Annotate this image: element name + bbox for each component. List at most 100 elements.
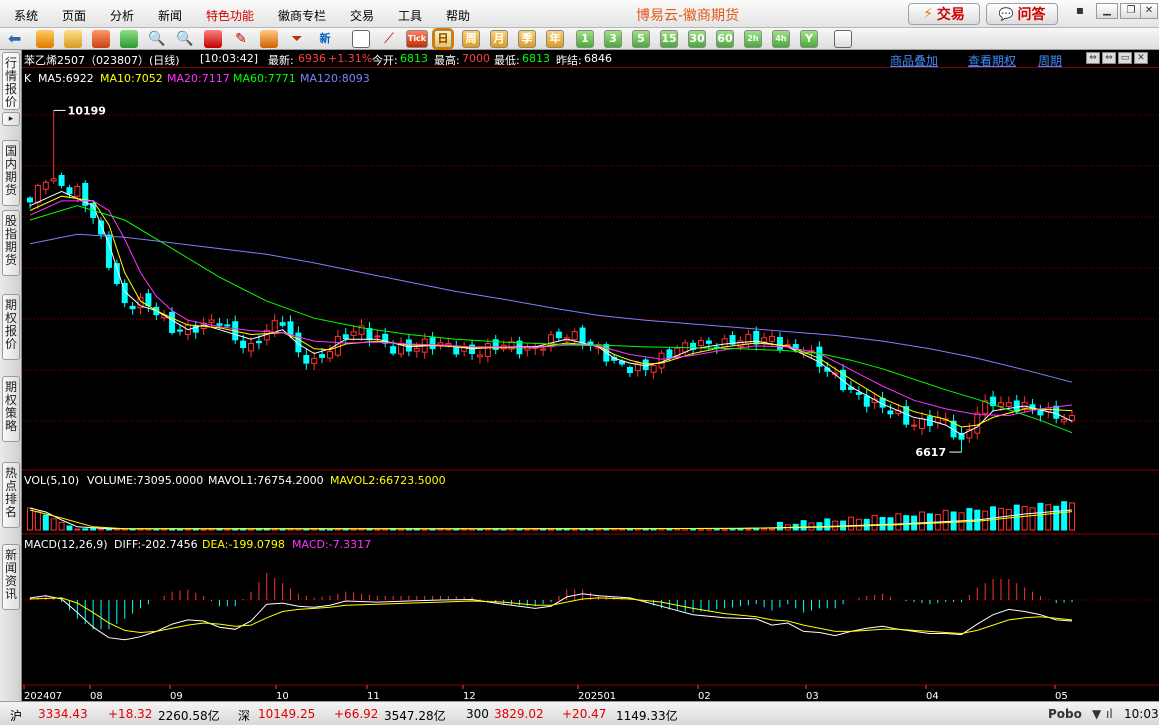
prev-settle-value: 6846 — [584, 52, 612, 65]
candle-body — [540, 348, 547, 351]
candle-body — [776, 336, 783, 350]
tab-option-quotes[interactable]: 期权报价 — [2, 294, 20, 360]
ask-button[interactable]: 💬 问答 — [986, 3, 1058, 25]
vol-label: VOL(5,10) — [24, 474, 79, 487]
period-quarter-button[interactable]: 季 — [518, 30, 536, 48]
tab-expand-arrow[interactable]: ▸ — [2, 112, 20, 126]
custom-period-button[interactable]: Y — [800, 30, 818, 48]
volume-bar — [824, 518, 831, 531]
ma120-line — [29, 233, 1073, 383]
volume-bar — [769, 528, 776, 531]
folder-icon[interactable] — [64, 30, 82, 48]
volume-bar — [98, 528, 105, 531]
refresh-icon[interactable] — [120, 30, 138, 48]
minute-1-button[interactable]: 1 — [576, 30, 594, 48]
candle-body — [571, 331, 578, 341]
line-chart-icon[interactable]: ⟋ — [380, 30, 398, 48]
period-week-button[interactable]: 周 — [462, 30, 480, 48]
period-month-button[interactable]: 月 — [490, 30, 508, 48]
hour-2-button[interactable]: 2h — [744, 30, 762, 48]
trade-button[interactable]: ⚡ 交易 — [908, 3, 980, 25]
zoom-out-icon[interactable]: 🔍 — [176, 30, 194, 48]
tab-news[interactable]: 新闻资讯 — [2, 544, 20, 610]
volume-bar — [697, 528, 704, 531]
period-year-button[interactable]: 年 — [546, 30, 564, 48]
zoom-in-icon[interactable]: 🔍 — [148, 30, 166, 48]
sh-turnover: 2260.58亿 — [158, 709, 220, 723]
minute-15-button[interactable]: 15 — [660, 30, 678, 48]
menu-system[interactable]: 系统 — [14, 7, 38, 24]
tab-hot-rank[interactable]: 热点排名 — [2, 462, 20, 528]
candle-body — [445, 342, 452, 346]
menu-column[interactable]: 徽商专栏 — [278, 7, 326, 24]
volume-bar — [548, 528, 554, 531]
tab-quotes[interactable]: 行情报价 — [2, 52, 20, 110]
menu-trade[interactable]: 交易 — [350, 7, 374, 24]
minute-30-button[interactable]: 30 — [688, 30, 706, 48]
candle-body — [769, 335, 776, 342]
back-arrow-icon[interactable]: ⬅ — [8, 30, 26, 48]
tick-button[interactable]: Tick — [406, 30, 428, 48]
candle-body — [216, 323, 223, 326]
candle-body — [997, 402, 1004, 407]
candle-body — [1053, 405, 1060, 419]
candle-body — [50, 178, 57, 182]
chat-bubble-icon: 💬 — [998, 7, 1014, 21]
tab-domestic-futures[interactable]: 国内期货 — [2, 140, 20, 206]
calendar-icon[interactable] — [92, 30, 110, 48]
close-button[interactable]: ✕ — [1140, 3, 1158, 19]
layout-icon[interactable]: ⇔ — [1086, 52, 1100, 64]
settings-window-icon[interactable] — [834, 30, 852, 48]
user-icon[interactable]: ▪ — [1072, 3, 1088, 19]
split-icon[interactable]: ⇔ — [1102, 52, 1116, 64]
home-icon[interactable] — [36, 30, 54, 48]
window-icon[interactable] — [204, 30, 222, 48]
macd-label: MACD(12,26,9) — [24, 538, 108, 551]
overlay-link[interactable]: 商品叠加 — [890, 52, 938, 69]
instrument-name: 苯乙烯2507（023807）(日线) — [24, 54, 180, 67]
menu-analysis[interactable]: 分析 — [110, 7, 134, 24]
tab-option-strategy[interactable]: 期权策略 — [2, 376, 20, 442]
hour-4-button[interactable]: 4h — [772, 30, 790, 48]
chart-close-icon[interactable]: ✕ — [1134, 52, 1148, 64]
minute-5-button[interactable]: 5 — [632, 30, 650, 48]
view-options-link[interactable]: 查看期权 — [968, 52, 1016, 69]
candle-body — [145, 293, 152, 307]
candle-body — [919, 418, 926, 430]
paint-icon[interactable] — [260, 30, 278, 48]
candle-body — [587, 341, 594, 345]
minimize-button[interactable]: ▁ — [1096, 3, 1118, 19]
volume-bar — [776, 521, 783, 531]
minute-60-button[interactable]: 60 — [716, 30, 734, 48]
menu-help[interactable]: 帮助 — [446, 7, 470, 24]
mavol1-legend: MAVOL1:76754.2000 — [208, 474, 324, 487]
candle-body — [279, 322, 286, 326]
tab-index-futures[interactable]: 股指期货 — [2, 210, 20, 276]
filter-icon[interactable]: ⏷ — [288, 30, 306, 48]
volume-bar — [1037, 502, 1044, 531]
sh-index-value: 3334.43 — [38, 707, 88, 721]
latest-label: 最新: — [268, 54, 294, 67]
pen-icon[interactable]: ✎ — [232, 30, 250, 48]
menu-page[interactable]: 页面 — [62, 7, 86, 24]
list-icon[interactable] — [352, 30, 370, 48]
menu-special[interactable]: 特色功能 — [206, 7, 254, 24]
candle-body — [1021, 401, 1028, 409]
trade-button-label: 交易 — [936, 7, 965, 23]
menu-news[interactable]: 新闻 — [158, 7, 182, 24]
ma20-legend: MA20:7117 — [167, 72, 230, 85]
period-link[interactable]: 周期 — [1038, 52, 1062, 69]
window-mode-icon[interactable]: ▭ — [1118, 52, 1132, 64]
sh-index-change: +18.32 — [108, 707, 153, 721]
chart-area: 苯乙烯2507（023807）(日线) [10:03:42] 最新: 6936 … — [22, 50, 1159, 701]
minute-3-button[interactable]: 3 — [604, 30, 622, 48]
menu-tools[interactable]: 工具 — [398, 7, 422, 24]
restore-button[interactable]: ❐ — [1120, 3, 1142, 19]
kline-chart: K MA5:6922 MA10:7052 MA20:7117 MA60:7771… — [22, 72, 1159, 701]
new-icon[interactable]: 新 — [316, 30, 334, 48]
period-day-button[interactable]: 日 — [432, 28, 454, 50]
volume-bar — [619, 528, 626, 531]
candle-body — [366, 328, 373, 341]
candle-body — [255, 340, 262, 344]
ma5-line — [29, 190, 1073, 436]
